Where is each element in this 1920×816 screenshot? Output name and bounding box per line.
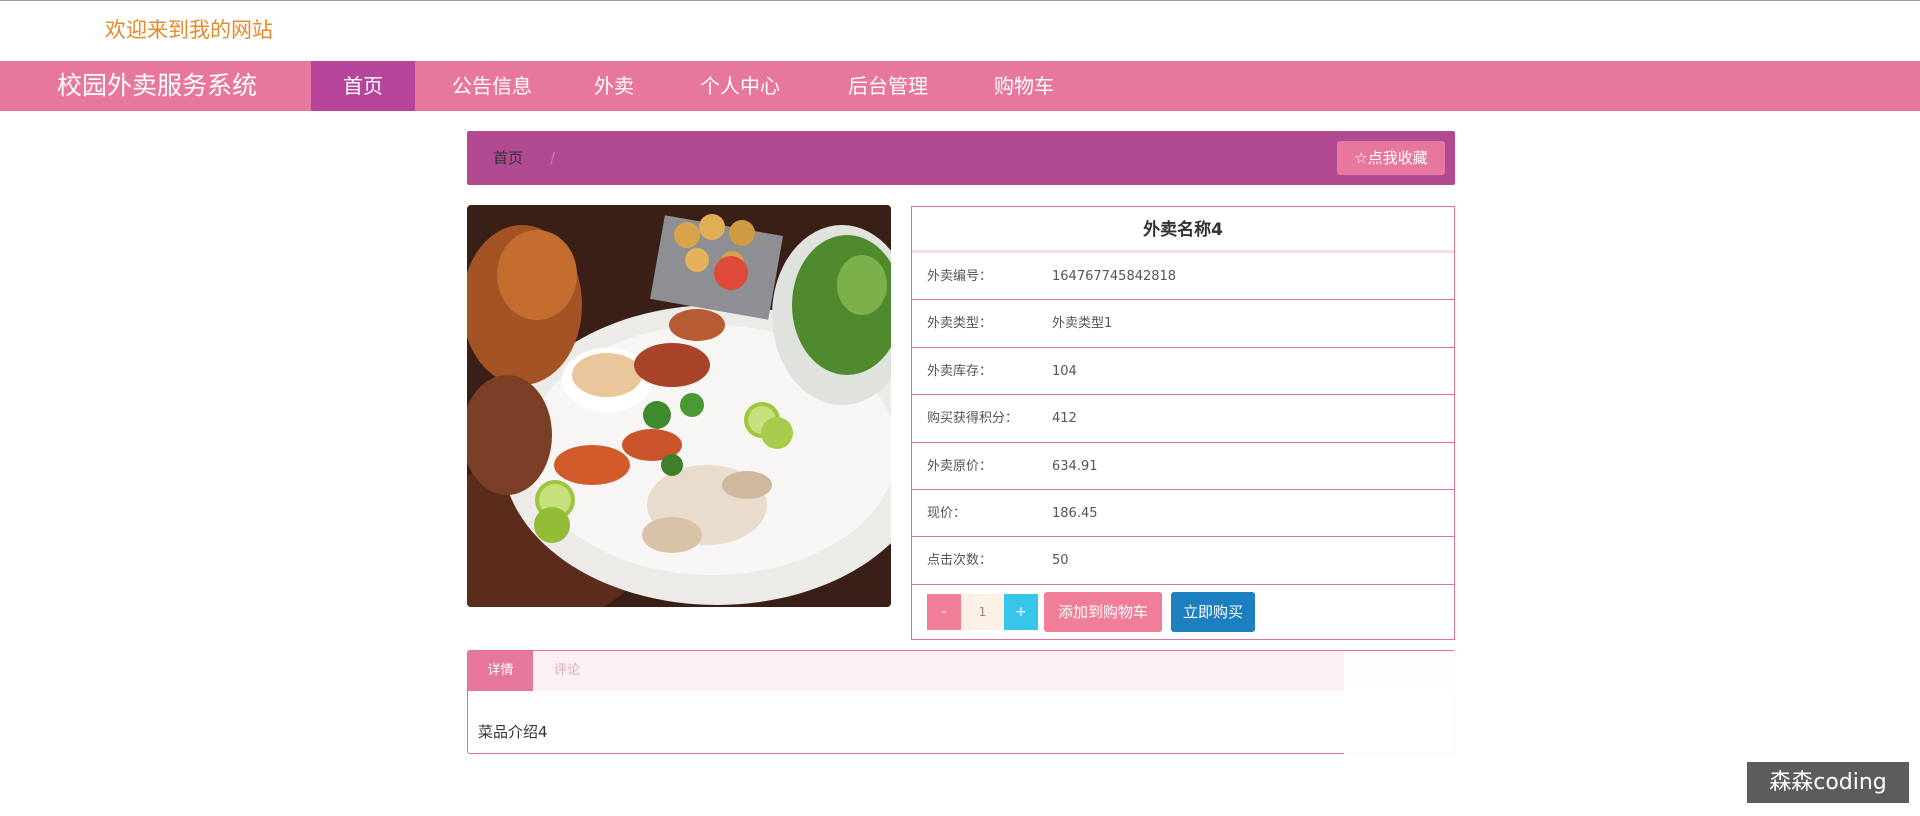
add-to-cart-button[interactable]: 添加到购物车 [1044, 591, 1162, 632]
watermark-label: 森森coding [1747, 762, 1909, 803]
breadcrumb-separator: / [550, 149, 556, 167]
quantity-increase-button[interactable]: + [1004, 593, 1038, 630]
favorite-button[interactable]: ☆点我收藏 [1337, 141, 1445, 175]
nav-item-home[interactable]: 首页 [311, 61, 415, 111]
favorite-label: 点我收藏 [1367, 149, 1428, 167]
welcome-text: 欢迎来到我的网站 [105, 18, 273, 42]
breadcrumb-bar: 首页 / ☆点我收藏 [467, 131, 1455, 185]
food-image [467, 205, 891, 607]
nav-item-admin[interactable]: 后台管理 [830, 61, 946, 111]
product-title: 外卖名称4 [912, 207, 1454, 253]
site-brand[interactable]: 校园外卖服务系统 [57, 61, 257, 111]
info-label: 外卖原价： [927, 458, 993, 474]
info-value: 164767745842818 [1052, 269, 1177, 284]
white-overlay [1344, 652, 1460, 762]
main-navbar: 校园外卖服务系统 首页 公告信息 外卖 个人中心 后台管理 购物车 [0, 61, 1920, 111]
info-value: 412 [1052, 411, 1077, 427]
nav-item-cart[interactable]: 购物车 [970, 61, 1078, 111]
quantity-input[interactable]: 1 [961, 593, 1004, 630]
info-label: 现价： [927, 505, 967, 521]
info-value: 104 [1052, 363, 1077, 379]
info-label: 外卖类型： [927, 316, 993, 332]
product-info-table: 外卖名称4 外卖编号： 164767745842818 外卖类型： 外卖类型1 … [911, 206, 1455, 640]
nav-item-notices[interactable]: 公告信息 [430, 61, 554, 111]
info-label: 购买获得积分： [927, 411, 1019, 427]
info-value: 634.91 [1052, 458, 1098, 474]
tab-details[interactable]: 详情 [468, 651, 533, 691]
info-row-current-price: 现价： 186.45 [912, 490, 1454, 538]
info-value: 50 [1052, 553, 1069, 569]
nav-item-takeaway[interactable]: 外卖 [574, 61, 654, 111]
buy-now-button[interactable]: 立即购买 [1171, 591, 1255, 632]
detail-tabs-panel: 详情 评论 菜品介绍4 [467, 650, 1455, 754]
purchase-row: - 1 + 添加到购物车 立即购买 [912, 585, 1454, 637]
info-value: 外卖类型1 [1052, 316, 1113, 332]
info-row-type: 外卖类型： 外卖类型1 [912, 300, 1454, 348]
info-row-clicks: 点击次数： 50 [912, 537, 1454, 585]
info-row-original-price: 外卖原价： 634.91 [912, 443, 1454, 490]
quantity-decrease-button[interactable]: - [927, 593, 961, 630]
info-value: 186.45 [1052, 505, 1098, 521]
star-icon: ☆ [1354, 149, 1368, 167]
info-row-stock: 外卖库存： 104 [912, 348, 1454, 396]
top-border-line [0, 0, 1920, 1]
info-row-points: 购买获得积分： 412 [912, 395, 1454, 443]
info-label: 外卖编号： [927, 269, 993, 284]
breadcrumb-home[interactable]: 首页 [493, 131, 523, 185]
info-label: 点击次数： [927, 553, 993, 569]
tab-comments[interactable]: 评论 [533, 651, 601, 691]
tab-header: 详情 评论 [468, 651, 1454, 691]
info-row-id: 外卖编号： 164767745842818 [912, 253, 1454, 301]
tab-details-content: 菜品介绍4 [478, 723, 548, 741]
info-label: 外卖库存： [927, 363, 993, 379]
nav-item-personal-center[interactable]: 个人中心 [682, 61, 798, 111]
